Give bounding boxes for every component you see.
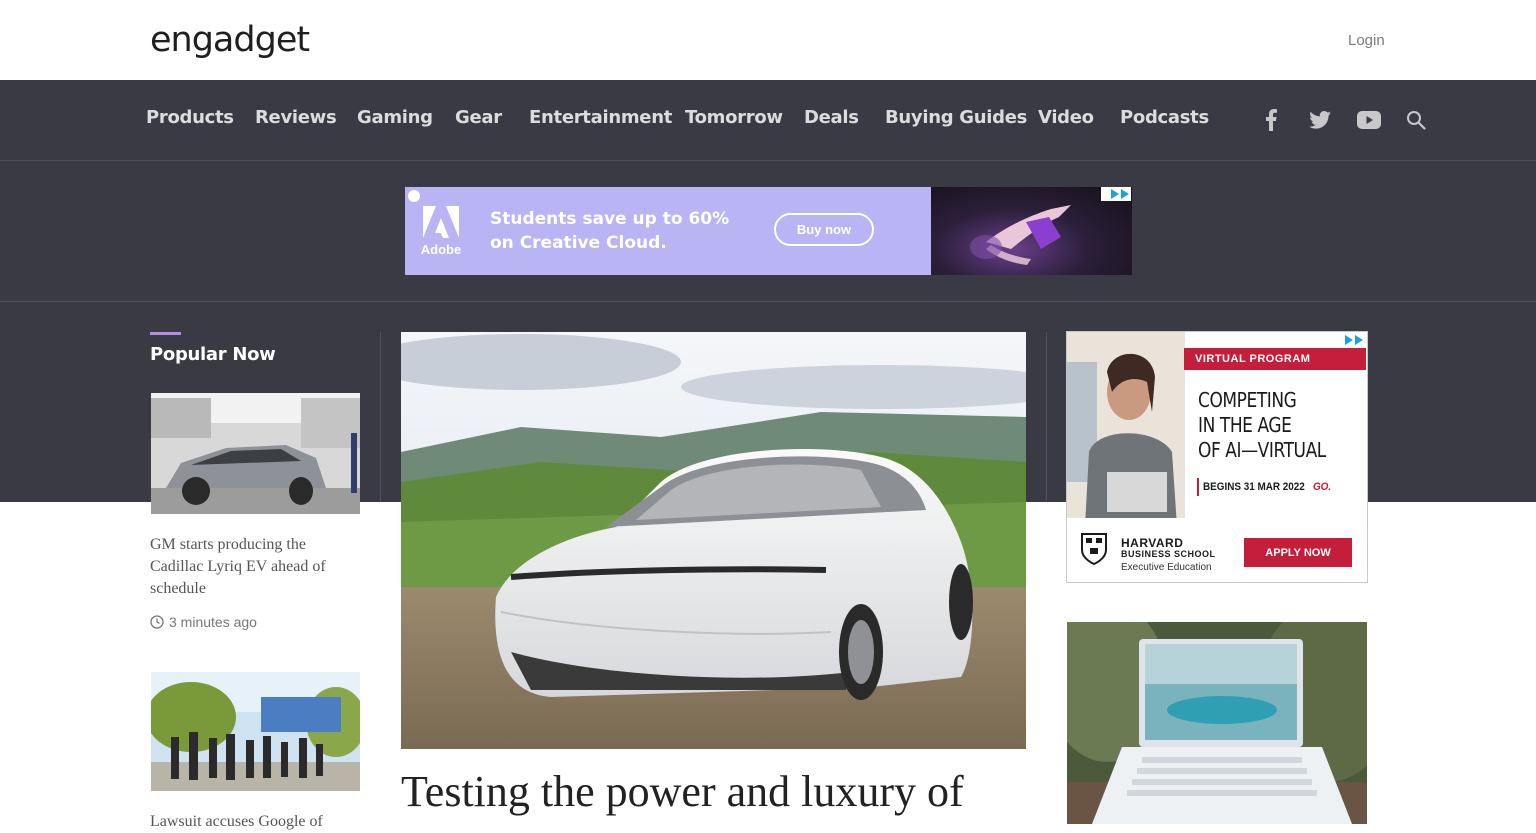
- facebook-icon[interactable]: [1258, 108, 1284, 132]
- youtube-icon[interactable]: [1356, 108, 1382, 132]
- ad-line-2: on Creative Cloud.: [490, 233, 667, 253]
- adobe-logo-icon: [423, 205, 459, 238]
- harvard-ad[interactable]: VIRTUAL PROGRAM COMPETING IN THE AGE OF …: [1066, 331, 1368, 583]
- ad-headline-line: OF AI—VIRTUAL: [1198, 438, 1326, 462]
- nav-gear[interactable]: Gear: [455, 107, 502, 128]
- program-tag: VIRTUAL PROGRAM: [1195, 353, 1311, 365]
- popular-now-title: Popular Now: [150, 344, 276, 365]
- search-icon[interactable]: [1403, 108, 1429, 132]
- main-nav: Products Reviews Gaming Gear Entertainme…: [0, 80, 1536, 161]
- adchoices-icon[interactable]: [1335, 333, 1365, 347]
- nav-video[interactable]: Video: [1038, 107, 1094, 128]
- buy-now-button[interactable]: Buy now: [774, 213, 874, 246]
- woman-photo: [1067, 332, 1185, 526]
- hero-image-lucid-air[interactable]: [401, 332, 1026, 749]
- article-time-label: 3 minutes ago: [169, 614, 257, 630]
- clock-icon: [150, 615, 164, 629]
- column-divider: [380, 332, 381, 502]
- popular-now-section: Popular Now: [150, 332, 276, 365]
- top-ad-band: Adobe Students save up to 60% on Creativ…: [0, 161, 1536, 302]
- ad-headline-line: IN THE AGE: [1198, 413, 1292, 437]
- ad-footer: HARVARD BUSINESS SCHOOL Executive Educat…: [1067, 518, 1367, 582]
- lucid-car-image: [401, 332, 1026, 749]
- program-tag-bar: VIRTUAL PROGRAM: [1184, 348, 1366, 370]
- nav-products[interactable]: Products: [146, 107, 234, 128]
- nav-reviews[interactable]: Reviews: [255, 107, 337, 128]
- nav-tomorrow[interactable]: Tomorrow: [685, 107, 783, 128]
- school-name: HARVARD: [1121, 536, 1184, 550]
- nav-buying-guides[interactable]: Buying Guides: [885, 107, 1027, 128]
- laptop-article-image[interactable]: [1067, 622, 1367, 824]
- google-protest-image: [151, 672, 360, 791]
- laptop-image: [1067, 622, 1367, 824]
- nav-gaming[interactable]: Gaming: [357, 107, 433, 128]
- ad-line-1: Students save up to 60%: [490, 209, 730, 229]
- nav-entertainment[interactable]: Entertainment: [529, 107, 672, 128]
- ad-begins: BEGINS 31 MAR 2022: [1203, 481, 1305, 493]
- article-timestamp: 3 minutes ago: [150, 614, 257, 630]
- engadget-logo[interactable]: engadget: [150, 18, 310, 62]
- adchoices-icon[interactable]: [1101, 187, 1131, 201]
- twitter-icon[interactable]: [1307, 108, 1333, 132]
- login-link[interactable]: Login: [1348, 32, 1385, 49]
- top-header: engadget Login: [0, 0, 1536, 80]
- ad-headline: COMPETING IN THE AGE OF AI—VIRTUAL: [1198, 388, 1326, 463]
- section-accent-bar: [150, 332, 181, 335]
- apply-now-button[interactable]: APPLY NOW: [1244, 538, 1352, 567]
- article-headline[interactable]: GM starts producing the Cadillac Lyriq E…: [150, 534, 360, 600]
- cadillac-image: [151, 393, 360, 514]
- adobe-ad-banner[interactable]: Adobe Students save up to 60% on Creativ…: [405, 187, 1132, 275]
- adobe-brand-label: Adobe: [420, 241, 462, 257]
- adobe-logo: Adobe: [405, 187, 477, 275]
- column-divider: [1046, 332, 1047, 502]
- article-thumbnail-cadillac[interactable]: [151, 393, 360, 514]
- hero-title[interactable]: Testing the power and luxury of: [401, 766, 1041, 818]
- accent-line: [1197, 478, 1199, 496]
- school-sub: BUSINESS SCHOOL: [1121, 549, 1216, 559]
- harvard-shield-icon: [1081, 533, 1107, 566]
- article-thumbnail-google[interactable]: [151, 672, 360, 791]
- nav-podcasts[interactable]: Podcasts: [1120, 107, 1209, 128]
- article-headline[interactable]: Lawsuit accuses Google of: [150, 811, 360, 833]
- ad-headline-line: COMPETING: [1198, 388, 1297, 412]
- ad-copy: Students save up to 60% on Creative Clou…: [490, 207, 729, 255]
- ad-go: GO.: [1312, 481, 1332, 493]
- school-exec: Executive Education: [1121, 562, 1212, 573]
- nav-deals[interactable]: Deals: [804, 107, 859, 128]
- ad-dates: BEGINS 31 MAR 2022 GO.: [1203, 481, 1331, 493]
